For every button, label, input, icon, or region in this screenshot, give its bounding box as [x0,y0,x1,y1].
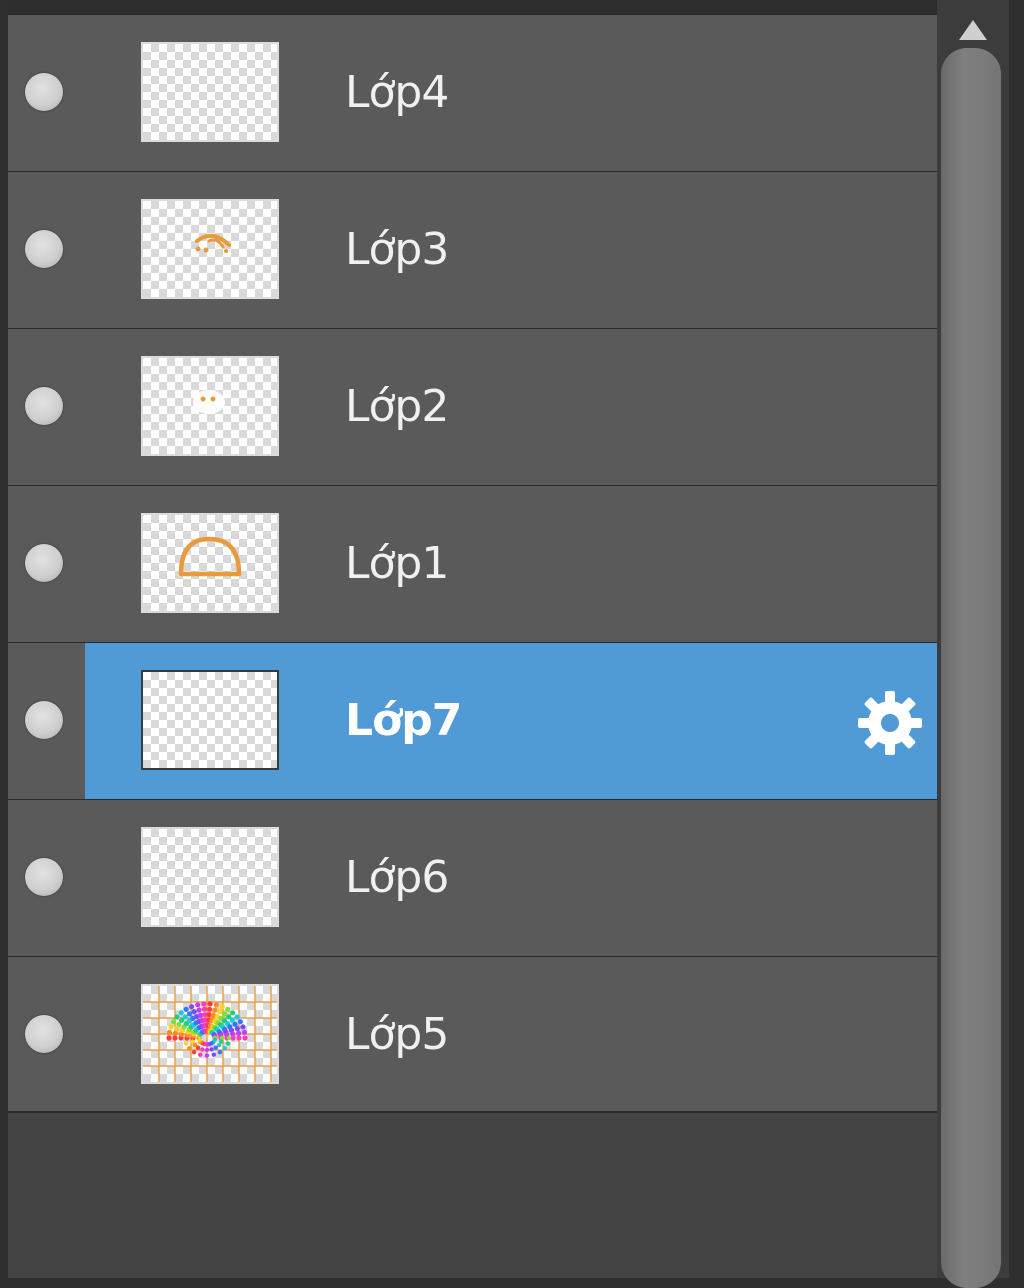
color-wheel-dot [195,1002,201,1008]
visibility-dot-icon[interactable] [25,230,63,268]
color-wheel-dot [236,1030,242,1036]
layer-row[interactable]: Lớp3 [8,171,937,328]
color-wheel-dot [172,1035,178,1041]
color-wheel-dot [168,1024,174,1030]
color-wheel-dot [174,1014,180,1020]
color-wheel-dot [213,1002,219,1008]
color-wheel-dot [201,1006,207,1012]
color-wheel-dot [172,1030,178,1036]
color-wheel-dot [212,1007,218,1013]
visibility-dot-icon[interactable] [25,1015,63,1053]
color-wheel-dot [171,1019,177,1025]
color-wheel-dot [209,1047,214,1052]
layer-name: Lớp3 [345,224,449,275]
color-wheel-dot [166,1029,173,1035]
dome-outline-sketch [178,536,242,577]
color-wheel-dot [236,1035,242,1041]
layer-thumbnail [141,513,279,613]
panel-left-border [0,0,8,1278]
color-wheel-dot [213,1045,218,1050]
color-wheel-dot [234,1026,240,1032]
layer-list: Lớp4 Lớp3 Lớp2 Lớp1 Lớp7 Lớp6 Lớp5 [8,14,937,1113]
color-wheel-dot [217,1009,223,1015]
visibility-dot-icon[interactable] [25,73,63,111]
color-wheel-dot [201,1001,207,1007]
layers-panel: Lớp4 Lớp3 Lớp2 Lớp1 Lớp7 Lớp6 Lớp5 [0,0,1024,1288]
dots-sketch [193,390,225,414]
color-wheel-dot [240,1024,246,1030]
panel-right-border [1009,0,1024,1278]
empty-list-area [8,1124,937,1278]
gear-icon[interactable] [854,687,926,759]
color-wheel-dot [191,1009,197,1015]
layer-name: Lớp2 [345,381,449,432]
color-wheel-dot [197,1037,202,1043]
visibility-dot-icon[interactable] [25,544,63,582]
layer-row-selected[interactable]: Lớp7 [8,642,937,799]
color-wheel-dot [182,1014,188,1020]
layer-thumbnail [141,827,279,927]
vertical-scrollbar[interactable] [937,0,1009,1288]
scrollbar-thumb[interactable] [941,48,1001,1288]
color-wheel-dot [207,1006,213,1012]
arc-stroke-sketch [195,233,231,253]
color-wheel-dot [198,1052,203,1057]
layer-name: Lớp7 [345,695,462,746]
layer-thumbnail [141,670,279,770]
layer-row[interactable]: Lớp4 [8,14,937,171]
color-wheel-dot [178,1010,184,1016]
color-wheel-dot [234,1014,240,1020]
layer-row[interactable]: Lớp2 [8,328,937,485]
color-wheel-grid-sketch [143,986,277,1082]
color-wheel-dot [204,1047,210,1053]
layer-thumbnail [141,984,279,1084]
color-wheel-dot [241,1029,248,1035]
color-wheel-dot [189,1004,195,1010]
color-wheel-dot [221,1011,228,1017]
color-wheel-dot [211,1052,216,1057]
color-wheel-dot [225,1041,231,1046]
layer-name: Lớp1 [345,538,449,589]
color-wheel-dot [200,1047,205,1052]
layer-name: Lớp6 [345,852,449,903]
layer-thumbnail [141,42,279,142]
color-wheel-dot [183,1041,189,1046]
layer-row[interactable]: Lớp6 [8,799,937,956]
visibility-dot-icon[interactable] [25,387,63,425]
layer-thumbnail [141,356,279,456]
color-wheel-dot [191,1050,197,1055]
layer-thumbnail [141,199,279,299]
color-wheel-dot [196,1007,202,1013]
color-wheel-dot [230,1010,236,1016]
color-wheel-dot [207,1001,213,1007]
color-wheel-dot [166,1035,172,1041]
color-wheel-dot [219,1004,225,1010]
color-wheel-dot [183,1006,189,1012]
color-wheel-dot [225,1006,231,1012]
panel-top-border [0,0,1024,14]
color-wheel-dot [242,1035,248,1041]
color-wheel-dot [187,1046,192,1051]
triangle-up-icon[interactable] [955,16,991,46]
color-wheel-dot [190,1039,195,1044]
color-wheel-dot [226,1035,232,1041]
color-wheel-dot [186,1011,193,1017]
visibility-dot-icon[interactable] [25,858,63,896]
layer-name: Lớp5 [345,1009,449,1060]
color-wheel-dot [222,1046,227,1051]
layer-name: Lớp4 [345,67,449,118]
color-wheel-dot [219,1035,225,1041]
visibility-dot-icon[interactable] [25,701,63,739]
color-wheel-dot [237,1019,243,1025]
color-wheel-dot [204,1053,210,1058]
color-wheel-dot [217,1050,223,1055]
layer-row[interactable]: Lớp1 [8,485,937,642]
layer-row[interactable]: Lớp5 [8,956,937,1113]
